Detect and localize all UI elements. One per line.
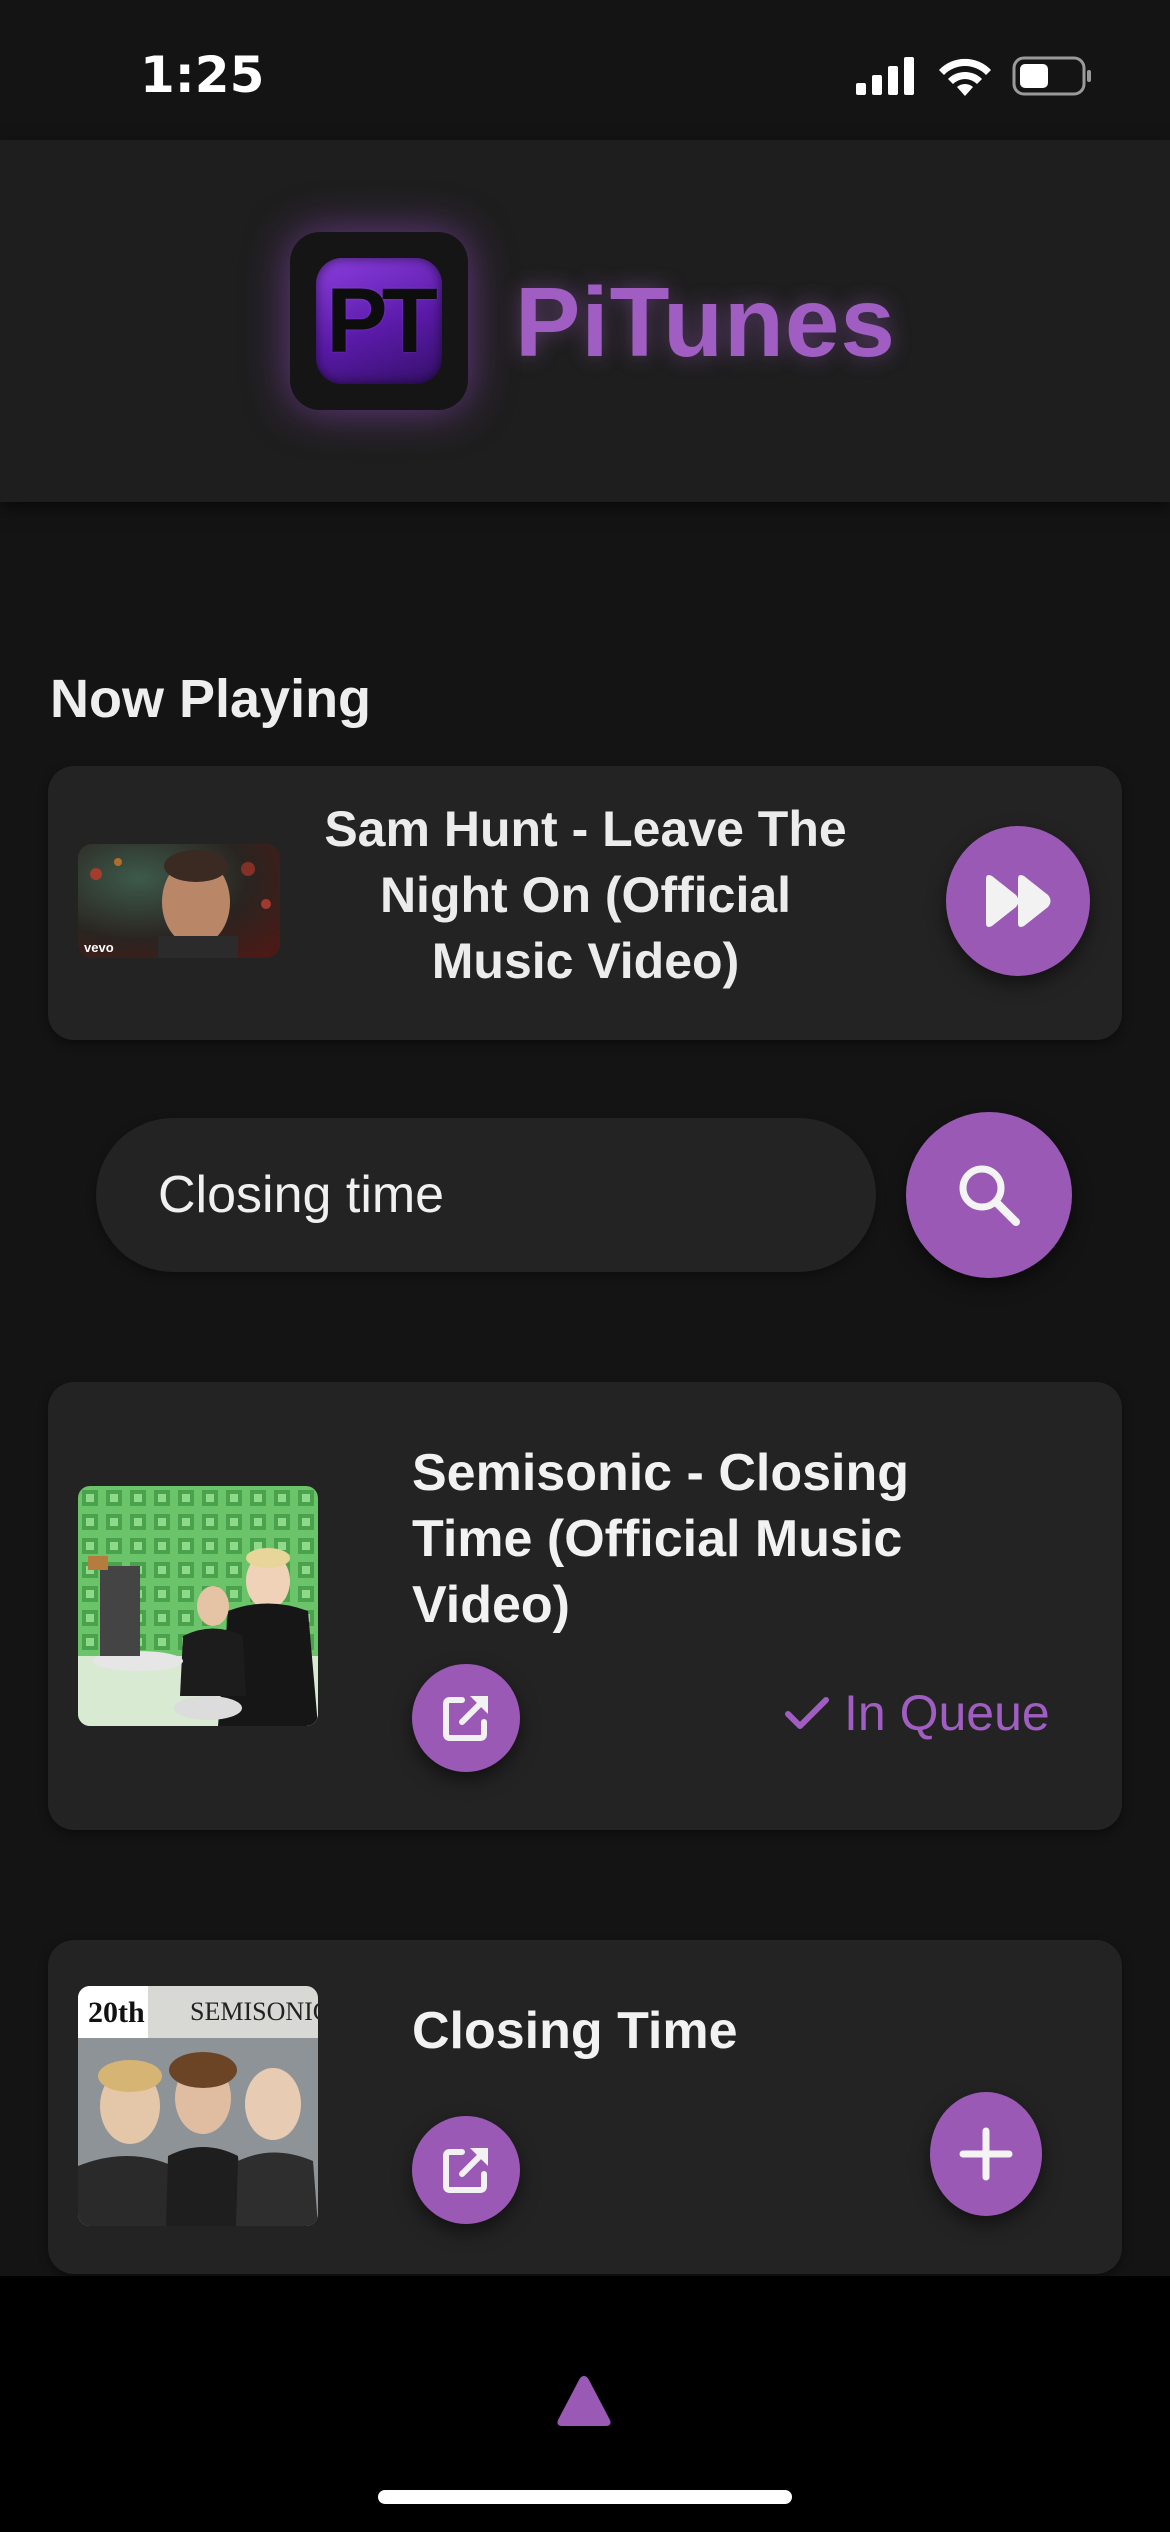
- app-logo-text: PT: [326, 269, 438, 372]
- battery-icon: [1012, 56, 1091, 96]
- open-link-button[interactable]: [412, 1664, 520, 1772]
- status-icons: [856, 56, 1092, 96]
- external-link-icon: [443, 2148, 488, 2193]
- home-indicator[interactable]: [378, 2490, 792, 2504]
- wifi-icon: [939, 58, 991, 96]
- search-result-card: Semisonic - Closing Time (Official Music…: [48, 1382, 1122, 1830]
- fast-forward-icon: [986, 875, 1051, 927]
- app-logo: PT: [290, 232, 468, 410]
- app-header: PT PiTunes: [0, 140, 1170, 502]
- result-title: Semisonic - Closing Time (Official Music…: [412, 1444, 909, 1634]
- now-playing-heading: Now Playing: [50, 669, 372, 729]
- search-input[interactable]: [156, 1164, 840, 1226]
- queue-status-label: In Queue: [844, 1685, 1050, 1741]
- skip-button[interactable]: [946, 826, 1090, 976]
- search-field[interactable]: [96, 1118, 876, 1272]
- album-art-band: SEMISONIC: [190, 1997, 318, 2026]
- result-title: Closing Time: [412, 2002, 738, 2060]
- now-playing-card: vevo Sam Hunt - Leave The Night On (Offi…: [48, 766, 1122, 1040]
- search-icon: [959, 1165, 1020, 1226]
- search-result-card: 20th SEMISONIC Closing Time: [48, 1940, 1122, 2274]
- add-to-queue-button[interactable]: [930, 2092, 1042, 2216]
- now-playing-title: Sam Hunt - Leave The Night On (Official …: [324, 801, 847, 989]
- result-thumbnail: 20th SEMISONIC: [78, 1986, 318, 2226]
- queue-status: In Queue: [784, 1684, 1050, 1742]
- result-thumbnail: [78, 1486, 318, 1726]
- status-time: 1:25: [140, 46, 265, 104]
- now-playing-thumbnail: vevo: [78, 844, 280, 958]
- plus-icon: [959, 2127, 1013, 2181]
- search-button[interactable]: [906, 1112, 1072, 1278]
- check-icon: [785, 1697, 829, 1729]
- vevo-badge: vevo: [84, 940, 114, 955]
- external-link-icon: [443, 1696, 488, 1741]
- signal-icon: [856, 57, 914, 95]
- chevron-up-icon[interactable]: [554, 2372, 614, 2430]
- status-bar: 1:25: [0, 0, 1170, 140]
- album-art-label: 20th: [88, 1996, 145, 2029]
- app-title: PiTunes: [515, 267, 896, 377]
- open-link-button[interactable]: [412, 2116, 520, 2224]
- app-logo-tile: PT: [316, 258, 442, 384]
